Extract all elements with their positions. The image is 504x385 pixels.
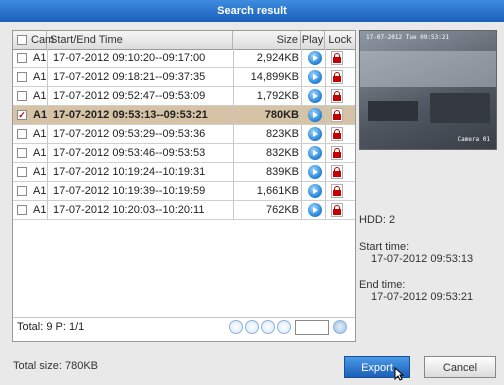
time-cell: 17-07-2012 09:52:47--09:53:09 [53,90,206,102]
play-icon[interactable] [308,89,322,103]
lock-icon[interactable] [331,165,343,179]
page-dot-icon[interactable] [245,320,259,334]
lock-icon[interactable] [331,146,343,160]
preview-desk [368,101,418,121]
start-time-label: Start time: [359,241,410,253]
col-time[interactable]: Start/End Time [47,31,233,49]
play-icon[interactable] [308,51,322,65]
lock-icon[interactable] [331,108,343,122]
row-checkbox[interactable] [17,91,27,101]
start-time-value: 17-07-2012 09:53:13 [371,253,474,265]
lock-icon[interactable] [331,70,343,84]
column-divider [233,49,234,220]
cam-cell: A1 [33,128,47,140]
row-checkbox[interactable]: ✓ [17,110,27,120]
cam-cell: A1 [33,185,47,197]
column-divider [47,49,48,220]
table-row[interactable]: A1 17-07-2012 09:52:47--09:53:09 1,792KB [13,87,355,106]
footer-divider [13,317,355,318]
play-icon[interactable] [308,108,322,122]
preview-window-light [360,51,496,87]
cam-cell: A1 [33,90,47,102]
row-checkbox[interactable] [17,205,27,215]
time-cell: 17-07-2012 09:10:20--09:17:00 [53,52,206,64]
page-dot-icon[interactable] [261,320,275,334]
window-title: Search result [0,0,504,22]
row-checkbox[interactable] [17,53,27,63]
row-checkbox[interactable] [17,72,27,82]
end-time-label: End time: [359,279,406,291]
play-icon[interactable] [308,203,322,217]
page-dot-icon[interactable] [229,320,243,334]
table-row[interactable]: A1 17-07-2012 09:53:46--09:53:53 832KB [13,144,355,163]
size-cell: 1,661KB [256,185,299,197]
lock-icon[interactable] [331,89,343,103]
size-cell: 823KB [265,128,299,140]
play-icon[interactable] [308,127,322,141]
size-cell: 762KB [265,204,299,216]
cam-cell: A1 [33,204,47,216]
time-cell: 17-07-2012 09:18:21--09:37:35 [53,71,206,83]
cam-cell: A1 [33,147,47,159]
preview-camera-label: Camera 01 [457,136,490,143]
select-all-checkbox[interactable] [17,35,27,45]
lock-icon[interactable] [331,127,343,141]
preview-desk [430,93,490,123]
play-icon[interactable] [308,146,322,160]
cam-cell: A1 [33,109,48,121]
lock-icon[interactable] [331,203,343,217]
col-size[interactable]: Size [233,31,301,49]
total-count: Total: 9 P: 1/1 [17,321,85,333]
page-dot-icon[interactable] [277,320,291,334]
search-result-table: Cam Start/End Time Size Play Lock A1 17-0… [12,30,356,342]
total-size: Total size: 780KB [13,360,98,372]
size-cell: 14,899KB [250,71,299,83]
preview-timestamp: 17-07-2012 Tue 09:53:21 [366,34,450,41]
column-divider [325,49,326,220]
cam-cell: A1 [33,52,47,64]
col-cam[interactable]: Cam [29,31,54,49]
play-icon[interactable] [308,165,322,179]
page-number-input[interactable] [295,320,329,335]
table-row[interactable]: A1 17-07-2012 10:19:24--10:19:31 839KB [13,163,355,182]
lock-icon[interactable] [331,184,343,198]
mouse-cursor-icon [394,367,404,381]
end-time-value: 17-07-2012 09:53:21 [371,291,474,303]
go-icon[interactable] [333,320,347,334]
time-cell: 17-07-2012 09:53:46--09:53:53 [53,147,206,159]
play-icon[interactable] [308,184,322,198]
cam-cell: A1 [33,166,47,178]
time-cell: 17-07-2012 10:19:24--10:19:31 [53,166,206,178]
table-row[interactable]: A1 17-07-2012 09:53:29--09:53:36 823KB [13,125,355,144]
col-lock[interactable]: Lock [325,31,355,49]
cam-cell: A1 [33,71,47,83]
size-cell: 1,792KB [256,90,299,102]
size-cell: 839KB [265,166,299,178]
time-cell: 17-07-2012 10:19:39--10:19:59 [53,185,206,197]
table-row[interactable]: A1 17-07-2012 09:18:21--09:37:35 14,899KB [13,68,355,87]
col-play[interactable]: Play [301,31,325,49]
row-checkbox[interactable] [17,186,27,196]
table-row[interactable]: ✓ A1 17-07-2012 09:53:13--09:53:21 780KB [13,106,355,125]
play-icon[interactable] [308,70,322,84]
hdd-info: HDD: 2 [359,214,396,226]
table-row[interactable]: A1 17-07-2012 10:19:39--10:19:59 1,661KB [13,182,355,201]
row-checkbox[interactable] [17,167,27,177]
size-cell: 2,924KB [256,52,299,64]
table-header: Cam Start/End Time Size Play Lock [13,31,355,50]
size-cell: 780KB [264,109,299,121]
size-cell: 832KB [265,147,299,159]
row-checkbox[interactable] [17,148,27,158]
lock-icon[interactable] [331,51,343,65]
time-cell: 17-07-2012 09:53:29--09:53:36 [53,128,206,140]
table-row[interactable]: A1 17-07-2012 09:10:20--09:17:00 2,924KB [13,49,355,68]
row-checkbox[interactable] [17,129,27,139]
time-cell: 17-07-2012 09:53:13--09:53:21 [53,109,208,121]
time-cell: 17-07-2012 10:20:03--10:20:11 [53,204,205,216]
column-divider [301,49,302,220]
table-row[interactable]: A1 17-07-2012 10:20:03--10:20:11 762KB [13,201,355,220]
cancel-button[interactable]: Cancel [424,356,496,378]
video-preview[interactable]: 17-07-2012 Tue 09:53:21 Camera 01 [359,30,497,150]
